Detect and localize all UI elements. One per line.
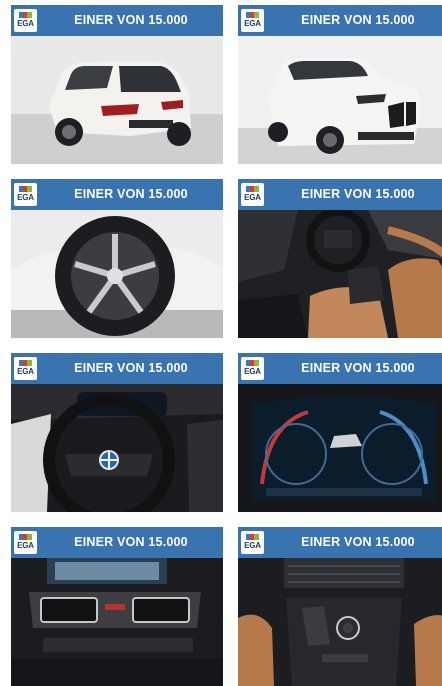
photo-gallery: EGA EINER VON 15.000 EGA EINER VON 15.00… [11, 5, 442, 686]
tile-banner: EGA EINER VON 15.000 [238, 179, 442, 210]
logo-text: EGA [244, 193, 261, 202]
car-front-three-quarter-photo [238, 36, 442, 164]
tile-banner: EGA EINER VON 15.000 [11, 353, 223, 384]
logo-text: EGA [17, 541, 34, 550]
tile-banner: EGA EINER VON 15.000 [11, 527, 223, 558]
dashboard-vents-photo [11, 558, 223, 686]
tile-banner: EGA EINER VON 15.000 [238, 353, 442, 384]
gallery-tile[interactable]: EGA EINER VON 15.000 [238, 353, 442, 512]
ega-logo: EGA [14, 357, 37, 380]
ega-logo: EGA [241, 183, 264, 206]
tile-banner: EGA EINER VON 15.000 [238, 527, 442, 558]
logo-text: EGA [244, 19, 261, 28]
alloy-wheel-photo [11, 210, 223, 338]
tile-banner: EGA EINER VON 15.000 [238, 5, 442, 36]
tile-title: EINER VON 15.000 [301, 13, 415, 27]
gallery-tile[interactable]: EGA EINER VON 15.000 [238, 5, 442, 164]
tile-banner: EGA EINER VON 15.000 [11, 179, 223, 210]
ega-logo: EGA [14, 531, 37, 554]
tile-title: EINER VON 15.000 [74, 13, 188, 27]
interior-seats-photo [238, 210, 442, 338]
tile-title: EINER VON 15.000 [74, 361, 188, 375]
logo-text: EGA [17, 193, 34, 202]
tile-title: EINER VON 15.000 [301, 535, 415, 549]
gallery-tile[interactable]: EGA EINER VON 15.000 [238, 179, 442, 338]
ega-logo: EGA [241, 357, 264, 380]
ega-logo: EGA [241, 9, 264, 32]
gallery-tile[interactable]: EGA EINER VON 15.000 [11, 353, 223, 512]
digital-cluster-photo [238, 384, 442, 512]
tile-banner: EGA EINER VON 15.000 [11, 5, 223, 36]
ega-logo: EGA [241, 531, 264, 554]
logo-text: EGA [17, 367, 34, 376]
gallery-tile[interactable]: EGA EINER VON 15.000 [238, 527, 442, 686]
ega-logo: EGA [14, 9, 37, 32]
ega-logo: EGA [14, 183, 37, 206]
tile-title: EINER VON 15.000 [301, 187, 415, 201]
tile-title: EINER VON 15.000 [301, 361, 415, 375]
tile-title: EINER VON 15.000 [74, 187, 188, 201]
gallery-tile[interactable]: EGA EINER VON 15.000 [11, 527, 223, 686]
logo-text: EGA [244, 541, 261, 550]
gallery-tile[interactable]: EGA EINER VON 15.000 [11, 179, 223, 338]
center-console-photo [238, 558, 442, 686]
car-rear-three-quarter-photo [11, 36, 223, 164]
tile-title: EINER VON 15.000 [74, 535, 188, 549]
gallery-tile[interactable]: EGA EINER VON 15.000 [11, 5, 223, 164]
logo-text: EGA [17, 19, 34, 28]
steering-wheel-photo [11, 384, 223, 512]
logo-text: EGA [244, 367, 261, 376]
